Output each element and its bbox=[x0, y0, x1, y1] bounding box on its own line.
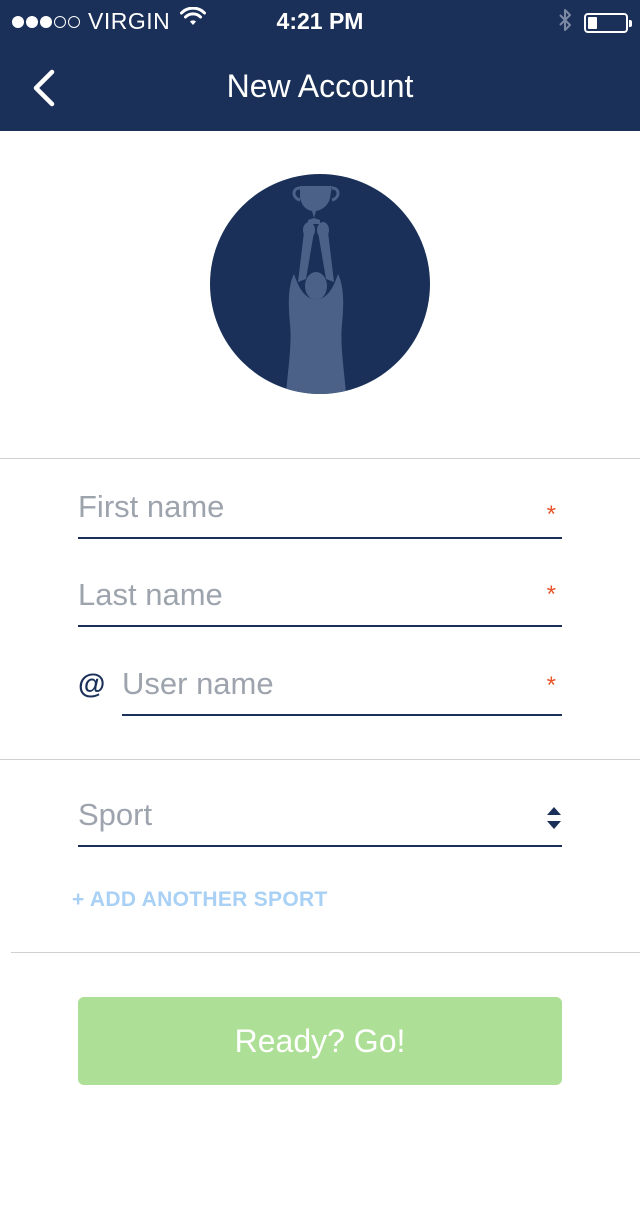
page-title: New Account bbox=[226, 68, 414, 104]
user-name-placeholder: User name bbox=[122, 666, 274, 701]
last-name-placeholder: Last name bbox=[78, 577, 223, 612]
bluetooth-icon bbox=[558, 8, 572, 38]
divider-top bbox=[0, 458, 640, 459]
sport-placeholder: Sport bbox=[78, 797, 153, 832]
battery-icon bbox=[584, 13, 632, 33]
header: VIRGIN 4:21 PM New Account bbox=[0, 0, 640, 131]
divider-middle bbox=[0, 759, 640, 760]
first-name-field[interactable]: First name * bbox=[78, 479, 562, 539]
avatar[interactable] bbox=[210, 174, 430, 394]
ready-go-button[interactable]: Ready? Go! bbox=[78, 997, 562, 1085]
battery-fill bbox=[588, 17, 597, 29]
status-time: 4:21 PM bbox=[276, 8, 364, 34]
first-name-placeholder: First name bbox=[78, 489, 225, 524]
required-mark: * bbox=[546, 501, 556, 528]
at-prefix: @ bbox=[78, 668, 106, 699]
status-right bbox=[558, 8, 632, 38]
last-name-field[interactable]: Last name * bbox=[78, 567, 562, 627]
status-bar: VIRGIN 4:21 PM bbox=[0, 0, 640, 44]
user-name-field[interactable]: User name * bbox=[122, 656, 562, 716]
add-another-sport-link[interactable]: + ADD ANOTHER SPORT bbox=[72, 888, 328, 912]
nav-bar: New Account bbox=[0, 44, 640, 131]
required-mark: * bbox=[546, 581, 556, 608]
required-mark: * bbox=[546, 672, 556, 699]
divider-bottom bbox=[11, 952, 640, 953]
trophy-athlete-silhouette-icon bbox=[286, 186, 346, 394]
sport-select[interactable]: Sport bbox=[78, 787, 562, 847]
up-down-stepper-icon bbox=[546, 805, 562, 831]
